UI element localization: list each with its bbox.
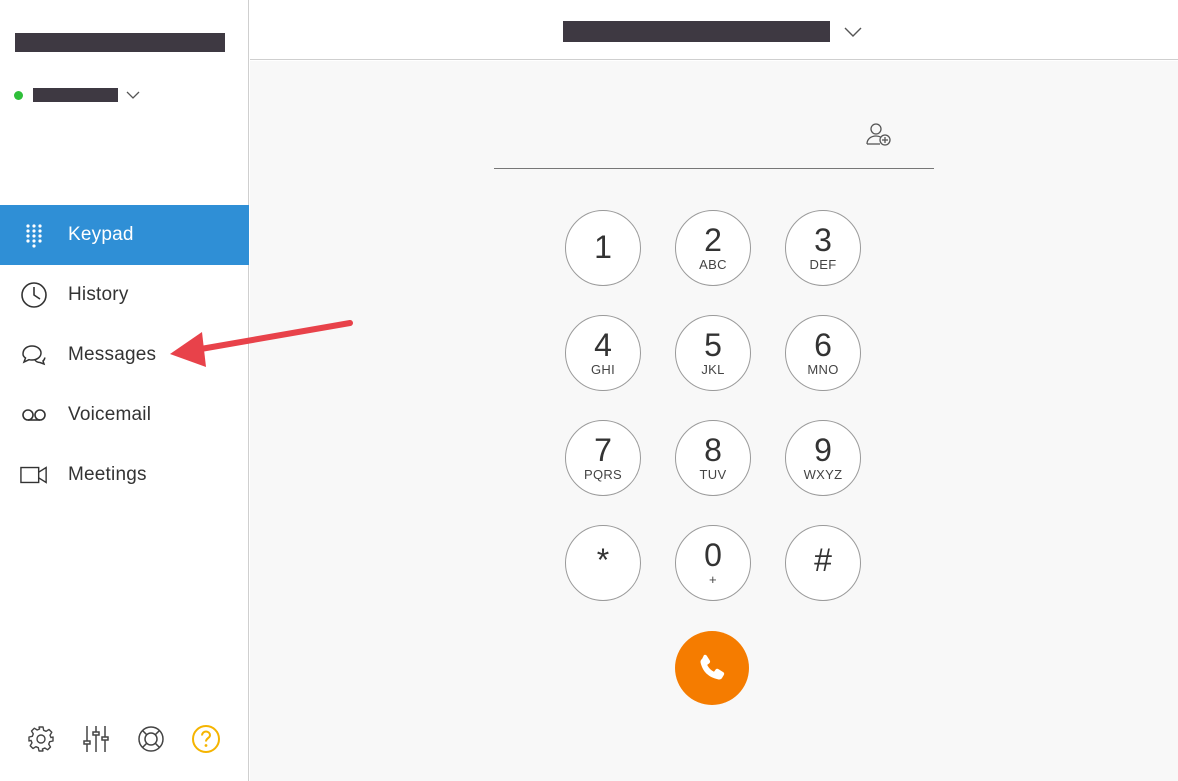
key-letters: PQRS xyxy=(583,467,623,482)
key-0[interactable]: 0 + xyxy=(675,525,751,601)
key-5[interactable]: 5 JKL xyxy=(675,315,751,391)
call-button[interactable] xyxy=(675,631,749,705)
key-star[interactable]: * xyxy=(565,525,641,601)
key-hash[interactable]: # xyxy=(785,525,861,601)
key-digit: 9 xyxy=(814,432,832,468)
key-digit: 2 xyxy=(704,222,722,258)
sidebar-item-meetings[interactable]: Meetings xyxy=(0,445,249,505)
sliders-icon[interactable] xyxy=(81,722,111,756)
sidebar-item-label: Voicemail xyxy=(68,404,152,425)
presence-selector[interactable] xyxy=(14,86,140,104)
sidebar-item-label: History xyxy=(68,284,129,305)
key-9[interactable]: 9 WXYZ xyxy=(785,420,861,496)
sidebar-footer-toolbar xyxy=(26,722,221,756)
annotation-arrow-icon xyxy=(170,320,353,367)
key-digit: 7 xyxy=(594,432,612,468)
key-letters: + xyxy=(709,572,717,587)
phone-icon xyxy=(700,654,725,680)
key-digit: 8 xyxy=(704,432,722,468)
key-8[interactable]: 8 TUV xyxy=(675,420,751,496)
voicemail-icon xyxy=(20,401,48,429)
top-bar xyxy=(250,0,1178,60)
key-letters: GHI xyxy=(590,362,615,377)
keypad-grid: 1 2 ABC 3 DEF 4 GHI 5 JKL 6 MNO 7 PQRS 8 xyxy=(565,210,861,601)
lifebuoy-icon[interactable] xyxy=(136,722,166,756)
key-1[interactable]: 1 xyxy=(565,210,641,286)
key-6[interactable]: 6 MNO xyxy=(785,315,861,391)
gear-icon[interactable] xyxy=(26,722,56,756)
sidebar-item-label: Keypad xyxy=(68,224,134,245)
key-2[interactable]: 2 ABC xyxy=(675,210,751,286)
account-name-redacted xyxy=(15,33,225,52)
dial-number-input[interactable] xyxy=(494,107,934,169)
key-letters: MNO xyxy=(807,362,839,377)
video-camera-icon xyxy=(20,461,48,489)
chevron-down-icon[interactable] xyxy=(844,26,862,38)
help-icon[interactable] xyxy=(191,722,221,756)
key-letters: TUV xyxy=(699,467,727,482)
sidebar-item-keypad[interactable]: Keypad xyxy=(0,205,249,265)
clock-icon xyxy=(20,281,48,309)
sidebar-item-voicemail[interactable]: Voicemail xyxy=(0,385,249,445)
key-letters: WXYZ xyxy=(803,467,843,482)
key-digit: 5 xyxy=(704,327,722,363)
presence-status-dot xyxy=(14,90,23,100)
keypad-icon xyxy=(20,221,48,249)
key-digit: 6 xyxy=(814,327,832,363)
key-letters: JKL xyxy=(701,362,725,377)
dialer-panel: 1 2 ABC 3 DEF 4 GHI 5 JKL 6 MNO 7 PQRS 8 xyxy=(250,61,1178,781)
key-letters: DEF xyxy=(809,257,837,272)
key-7[interactable]: 7 PQRS xyxy=(565,420,641,496)
key-digit: # xyxy=(814,542,832,578)
chevron-down-icon xyxy=(126,91,140,99)
sidebar-item-label: Messages xyxy=(68,344,157,365)
key-digit: 1 xyxy=(594,229,612,265)
key-letters: ABC xyxy=(699,257,727,272)
presence-status-redacted xyxy=(33,88,118,102)
add-contact-icon[interactable] xyxy=(866,121,892,147)
key-digit: 3 xyxy=(814,222,832,258)
sidebar-item-label: Meetings xyxy=(68,464,147,485)
sidebar: Keypad History Messages Voicemail Meetin xyxy=(0,0,249,781)
key-digit: 4 xyxy=(594,327,612,363)
chat-bubbles-icon xyxy=(20,341,48,369)
key-digit: 0 xyxy=(704,537,722,573)
key-digit: * xyxy=(596,542,610,578)
caller-id-redacted xyxy=(563,21,830,42)
key-3[interactable]: 3 DEF xyxy=(785,210,861,286)
key-4[interactable]: 4 GHI xyxy=(565,315,641,391)
